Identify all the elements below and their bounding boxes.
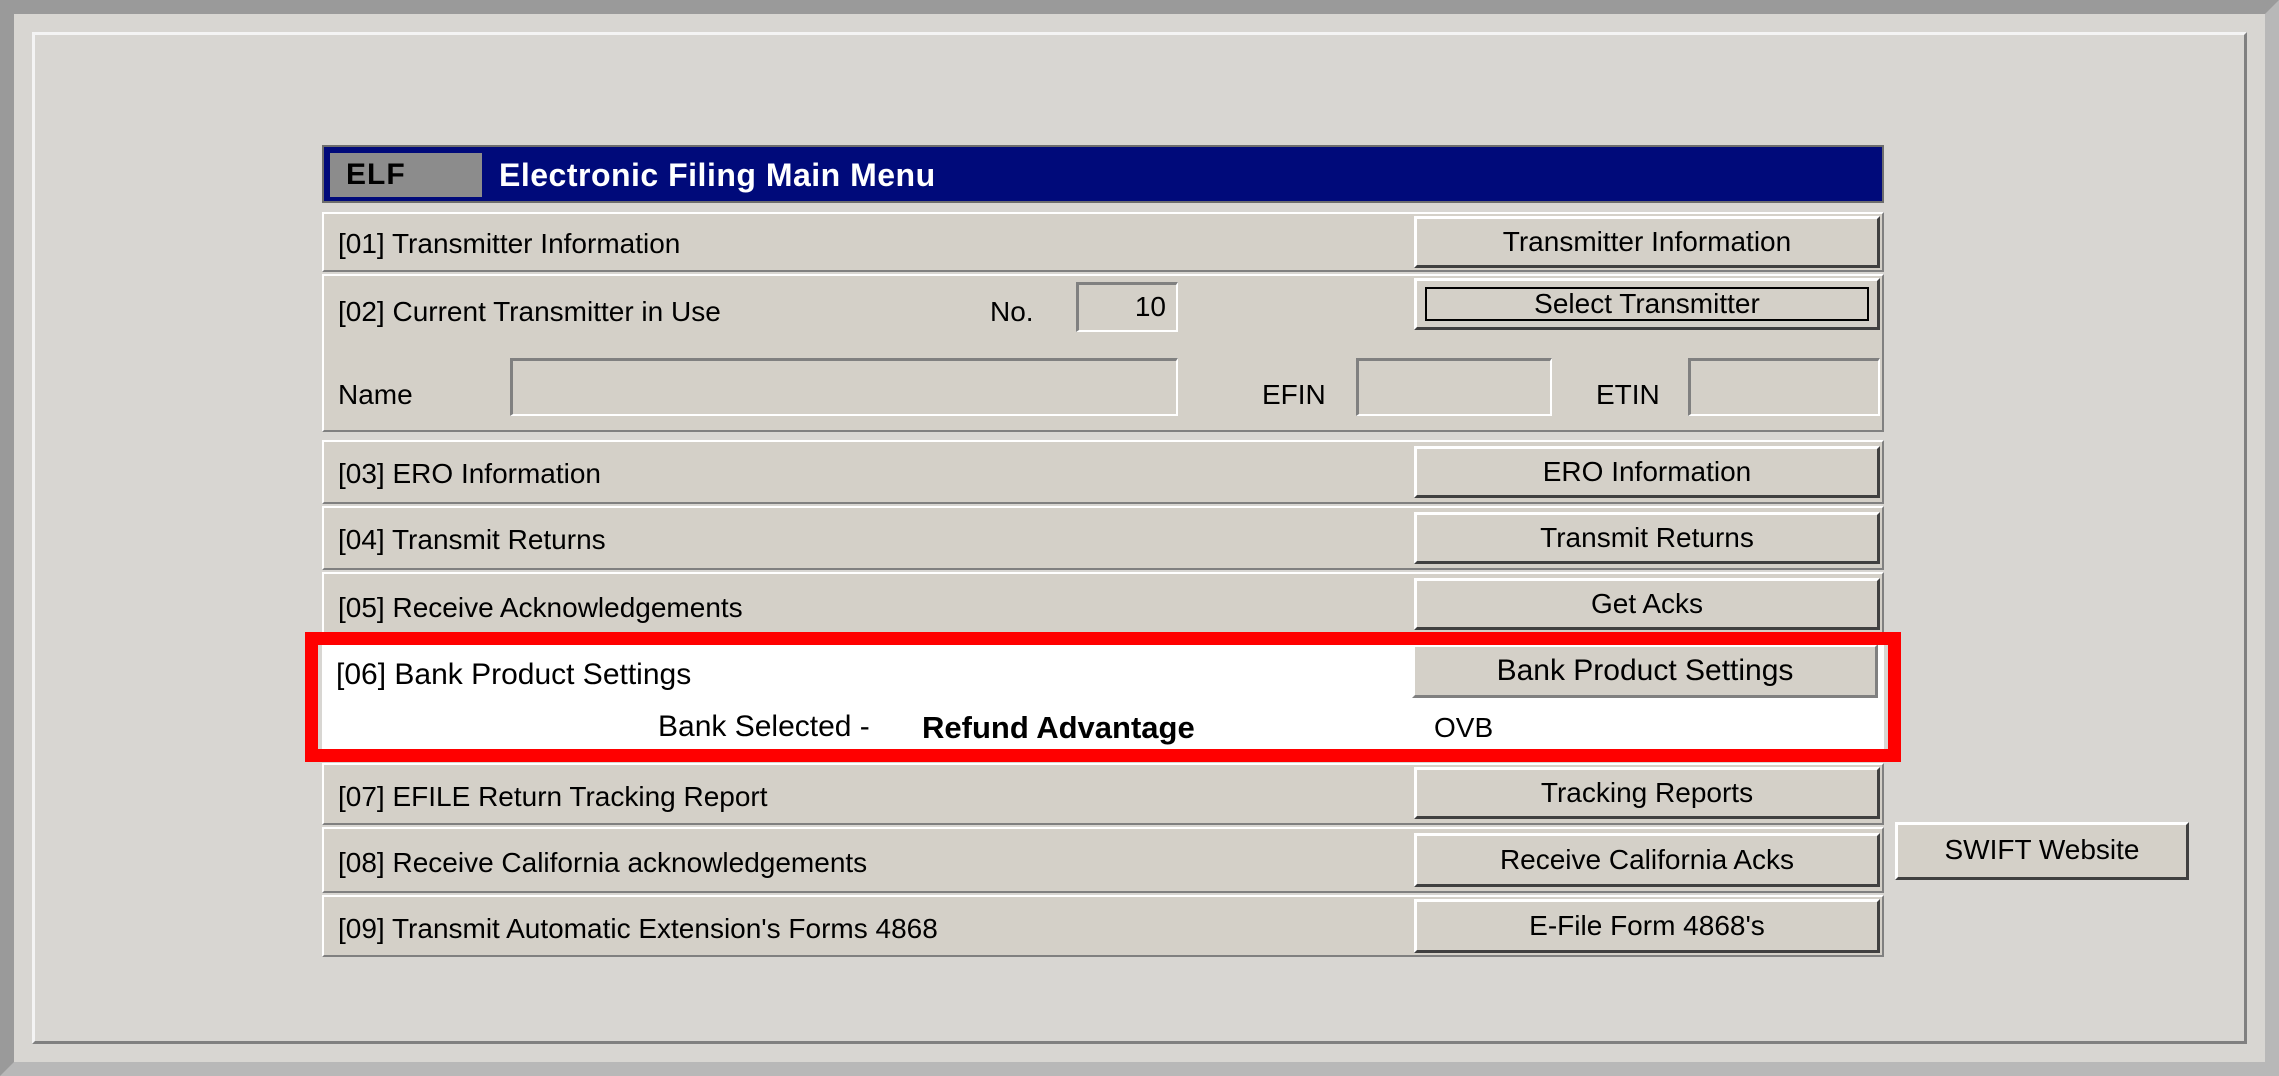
highlight-annotation-box	[305, 632, 1901, 762]
etin-label: ETIN	[1596, 379, 1660, 410]
row-09-label: [09] Transmit Automatic Extension's Form…	[338, 913, 938, 944]
transmitter-no-label: No.	[990, 296, 1034, 327]
swift-website-button[interactable]: SWIFT Website	[1895, 822, 2189, 880]
row-03-label: [03] ERO Information	[338, 458, 602, 489]
row-01-label: [01] Transmitter Information	[338, 228, 681, 259]
transmitter-information-button[interactable]: Transmitter Information	[1414, 216, 1880, 268]
ero-information-button[interactable]: ERO Information	[1414, 446, 1880, 498]
row-05-receive-acknowledgements: [05] Receive Acknowledgements Get Acks	[322, 572, 1884, 638]
row-08-receive-california-acks: [08] Receive California acknowledgements…	[322, 827, 1884, 893]
efin-label: EFIN	[1262, 379, 1326, 410]
row-07-efile-tracking: [07] EFILE Return Tracking Report Tracki…	[322, 763, 1884, 825]
row-02-label: [02] Current Transmitter in Use	[338, 296, 721, 327]
menu-title: Electronic Filing Main Menu	[499, 157, 936, 193]
etin-field	[1688, 358, 1880, 416]
efin-field	[1356, 358, 1552, 416]
focus-ring	[1425, 287, 1869, 321]
row-03-ero-information: [03] ERO Information ERO Information	[322, 440, 1884, 504]
menu-title-bar: ELF Electronic Filing Main Menu	[322, 145, 1884, 203]
get-acks-button[interactable]: Get Acks	[1414, 578, 1880, 630]
elf-main-menu-panel: ELF Electronic Filing Main Menu [01] Tra…	[322, 145, 1884, 957]
menu-code-badge: ELF	[330, 153, 482, 197]
row-05-label: [05] Receive Acknowledgements	[338, 592, 743, 623]
select-transmitter-button[interactable]: Select Transmitter	[1414, 278, 1880, 330]
row-02-current-transmitter: [02] Current Transmitter in Use No. 10 S…	[322, 274, 1884, 432]
row-01-transmitter-information: [01] Transmitter Information Transmitter…	[322, 212, 1884, 272]
transmitter-no-field: 10	[1076, 282, 1178, 332]
transmitter-name-field	[510, 358, 1178, 416]
row-07-label: [07] EFILE Return Tracking Report	[338, 781, 768, 812]
row-04-transmit-returns: [04] Transmit Returns Transmit Returns	[322, 506, 1884, 570]
row-04-label: [04] Transmit Returns	[338, 524, 606, 555]
row-08-label: [08] Receive California acknowledgements	[338, 847, 868, 878]
tracking-reports-button[interactable]: Tracking Reports	[1414, 767, 1880, 819]
row-09-transmit-extension-forms: [09] Transmit Automatic Extension's Form…	[322, 895, 1884, 957]
efile-form-4868-button[interactable]: E-File Form 4868's	[1414, 899, 1880, 953]
transmit-returns-button[interactable]: Transmit Returns	[1414, 512, 1880, 564]
transmitter-name-label: Name	[338, 379, 413, 410]
receive-california-acks-button[interactable]: Receive California Acks	[1414, 833, 1880, 887]
